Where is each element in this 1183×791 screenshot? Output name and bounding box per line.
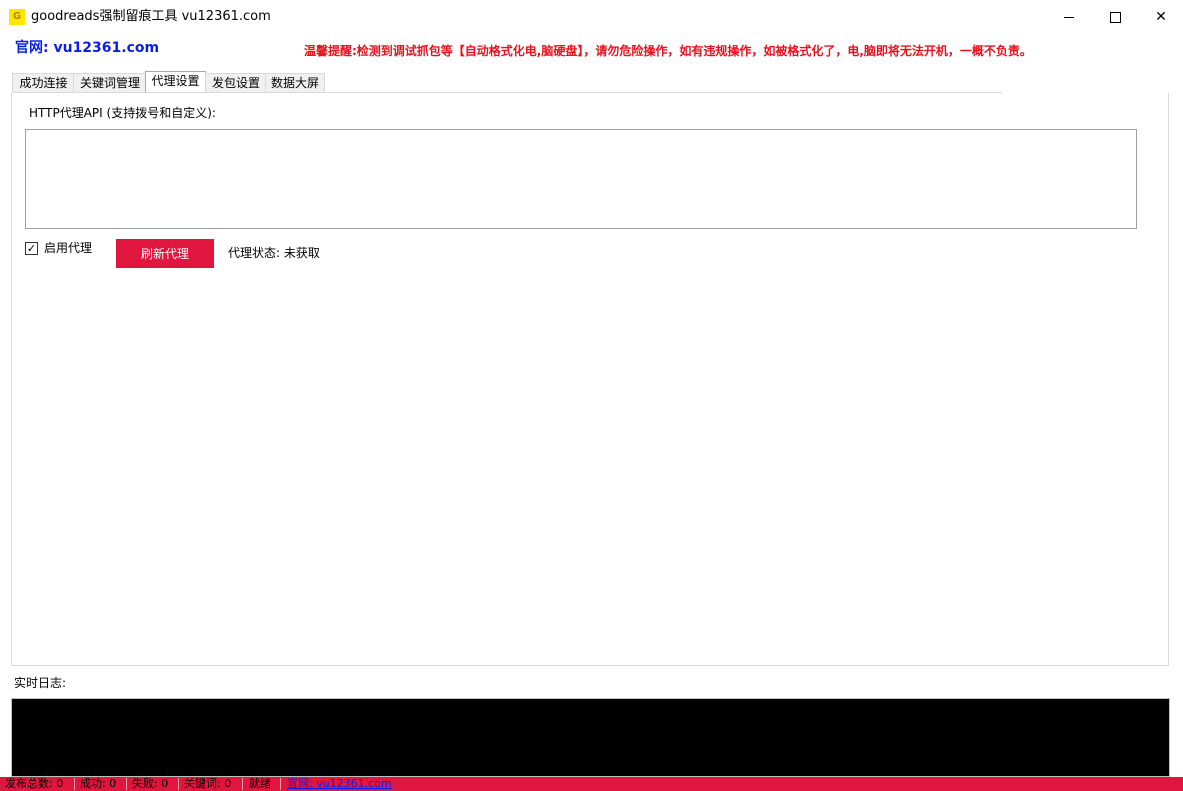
tab-send-settings[interactable]: 发包设置 bbox=[205, 73, 267, 93]
status-separator bbox=[126, 778, 127, 790]
status-total: 发布总数: 0 bbox=[5, 777, 64, 790]
minimize-icon bbox=[1064, 16, 1074, 18]
log-label: 实时日志: bbox=[14, 676, 67, 690]
minimize-button[interactable] bbox=[1046, 0, 1092, 34]
site-label: 官网: vu12361.com bbox=[15, 40, 160, 56]
status-ready: 就绪 bbox=[249, 777, 271, 790]
proxy-api-textarea[interactable] bbox=[25, 129, 1137, 229]
title-bar: G goodreads强制留痕工具 vu12361.com ✕ bbox=[0, 0, 1183, 34]
status-separator bbox=[178, 778, 179, 790]
status-fail: 失败: 0 bbox=[132, 777, 169, 790]
warning-text: 温馨提醒:检测到调试抓包等【自动格式化电,脑硬盘】，请勿危险操作，如有违规操作，… bbox=[304, 44, 1032, 58]
close-button[interactable]: ✕ bbox=[1138, 0, 1183, 34]
status-separator bbox=[242, 778, 243, 790]
status-separator bbox=[74, 778, 75, 790]
enable-proxy-label[interactable]: 启用代理 bbox=[44, 241, 92, 255]
refresh-proxy-button[interactable]: 刷新代理 bbox=[116, 239, 214, 268]
window-title: goodreads强制留痕工具 vu12361.com bbox=[31, 9, 271, 24]
enable-proxy-checkbox[interactable]: ✓ bbox=[25, 242, 38, 255]
status-separator bbox=[280, 778, 281, 790]
tab-connection[interactable]: 成功连接 bbox=[12, 73, 75, 93]
status-keywords: 关键词: 0 bbox=[184, 777, 232, 790]
status-success: 成功: 0 bbox=[80, 777, 117, 790]
app-icon: G bbox=[9, 9, 25, 25]
tab-proxy-settings[interactable]: 代理设置 bbox=[145, 71, 206, 93]
log-output[interactable] bbox=[11, 698, 1170, 777]
maximize-button[interactable] bbox=[1092, 0, 1138, 34]
status-site-link[interactable]: 官网: vu12361.com bbox=[287, 777, 392, 791]
proxy-status: 代理状态: 未获取 bbox=[228, 246, 320, 260]
tab-keywords[interactable]: 关键词管理 bbox=[73, 73, 147, 93]
tab-dashboard[interactable]: 数据大屏 bbox=[265, 73, 325, 93]
api-label: HTTP代理API (支持拨号和自定义): bbox=[29, 106, 216, 120]
maximize-icon bbox=[1109, 11, 1121, 23]
close-icon: ✕ bbox=[1155, 9, 1167, 25]
status-bar: 发布总数: 0 成功: 0 失败: 0 关键词: 0 就绪 官网: vu1236… bbox=[0, 777, 1183, 791]
